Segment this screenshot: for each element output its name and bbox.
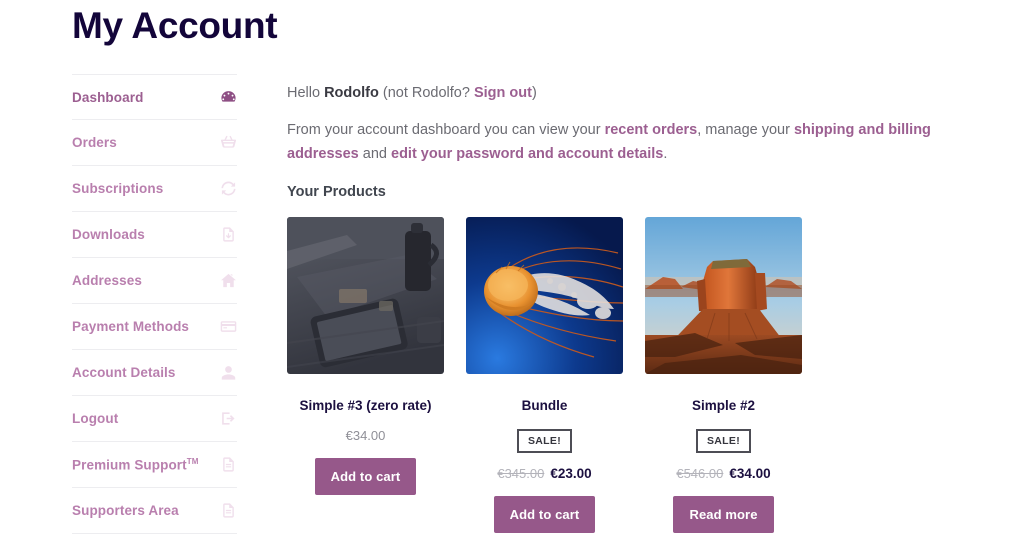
home-icon	[220, 272, 237, 289]
price-row: €546.00 €34.00	[645, 466, 802, 482]
document-icon	[220, 456, 237, 473]
page-title: My Account	[72, 5, 278, 46]
download-file-icon	[220, 226, 237, 243]
greeting-text: Hello Rodolfo (not Rodolfo? Sign out)	[287, 83, 987, 103]
product-image-desk-tablet-grayscale-photo[interactable]	[287, 217, 444, 374]
product-title[interactable]: Simple #2	[645, 397, 802, 415]
original-price: €546.00	[676, 466, 724, 481]
account-navigation: Dashboard Orders Subscriptions Downloads Add…	[72, 74, 237, 534]
product-image-monument-valley-butte-photo[interactable]	[645, 217, 802, 374]
trademark-symbol: TM	[186, 456, 199, 466]
price: €34.00	[345, 428, 386, 443]
greeting-not-prefix: (not Rodolfo?	[378, 85, 474, 101]
product-card: Simple #3 (zero rate) €34.00 Add to cart	[287, 217, 444, 533]
sidebar-item-subscriptions[interactable]: Subscriptions	[72, 166, 237, 212]
sidebar-item-account-details[interactable]: Account Details	[72, 350, 237, 396]
sidebar-item-label: Account Details	[72, 365, 176, 380]
sidebar-item-downloads[interactable]: Downloads	[72, 212, 237, 258]
product-grid: Simple #3 (zero rate) €34.00 Add to cart Bu…	[287, 217, 987, 533]
intro-part-1: From your account dashboard you can view…	[287, 122, 605, 138]
sidebar-item-label: Addresses	[72, 273, 142, 288]
sign-out-link[interactable]: Sign out	[474, 85, 532, 101]
user-icon	[220, 364, 237, 381]
account-nav-list: Dashboard Orders Subscriptions Downloads Add…	[72, 74, 237, 534]
greeting-username: Rodolfo	[324, 85, 379, 101]
my-account-page: My Account Dashboard Orders Subscriptions D…	[0, 0, 1024, 538]
dashboard-gauge-icon	[220, 89, 237, 106]
intro-part-4: .	[663, 146, 668, 162]
product-title[interactable]: Simple #3 (zero rate)	[287, 397, 444, 415]
sale-badge: SALE!	[696, 429, 751, 453]
recent-orders-link[interactable]: recent orders	[605, 122, 698, 138]
sidebar-item-dashboard[interactable]: Dashboard	[72, 74, 237, 120]
sidebar-item-premium-support[interactable]: Premium SupportTM	[72, 442, 237, 488]
logout-arrow-icon	[220, 410, 237, 427]
product-card: Bundle SALE! €345.00 €23.00 Add to cart	[466, 217, 623, 533]
credit-card-icon	[220, 318, 237, 335]
original-price: €345.00	[497, 466, 545, 481]
sidebar-item-label: Logout	[72, 411, 119, 426]
intro-part-2: , manage your	[697, 122, 794, 138]
product-card: Simple #2 SALE! €546.00 €34.00 Read more	[645, 217, 802, 533]
account-details-link[interactable]: edit your password and account details	[391, 146, 663, 162]
sidebar-item-label: Premium SupportTM	[72, 456, 199, 473]
sidebar-item-label: Payment Methods	[72, 319, 190, 334]
sidebar-item-label: Subscriptions	[72, 181, 164, 196]
sidebar-item-label: Downloads	[72, 227, 145, 242]
sidebar-item-label: Supporters Area	[72, 503, 179, 518]
read-more-button[interactable]: Read more	[673, 496, 774, 533]
sale-price: €34.00	[729, 466, 771, 481]
document-icon	[220, 502, 237, 519]
product-title[interactable]: Bundle	[466, 397, 623, 415]
sidebar-item-orders[interactable]: Orders	[72, 120, 237, 166]
sidebar-item-payment-methods[interactable]: Payment Methods	[72, 304, 237, 350]
account-dashboard-main: Hello Rodolfo (not Rodolfo? Sign out) Fr…	[287, 74, 987, 533]
intro-part-3: and	[358, 146, 391, 162]
your-products-heading: Your Products	[287, 184, 386, 200]
sale-price: €23.00	[550, 466, 592, 481]
greeting-not-suffix: )	[531, 85, 537, 101]
add-to-cart-button[interactable]: Add to cart	[314, 458, 417, 495]
product-image-jellyfish-blue-photo[interactable]	[466, 217, 623, 374]
sale-badge-wrap: SALE!	[466, 415, 623, 453]
sidebar-item-addresses[interactable]: Addresses	[72, 258, 237, 304]
sidebar-item-logout[interactable]: Logout	[72, 396, 237, 442]
price-row: €345.00 €23.00	[466, 466, 623, 482]
basket-icon	[220, 134, 237, 151]
sidebar-item-label: Dashboard	[72, 89, 144, 105]
greeting-hello: Hello	[287, 85, 325, 101]
intro-text: From your account dashboard you can view…	[287, 118, 987, 166]
add-to-cart-button[interactable]: Add to cart	[493, 496, 596, 533]
refresh-icon	[220, 180, 237, 197]
sidebar-item-supporters-area[interactable]: Supporters Area	[72, 488, 237, 534]
sale-badge-wrap: SALE!	[645, 415, 802, 453]
sidebar-item-label: Orders	[72, 135, 117, 150]
sale-badge: SALE!	[517, 429, 572, 453]
price-row: €34.00	[287, 428, 444, 444]
